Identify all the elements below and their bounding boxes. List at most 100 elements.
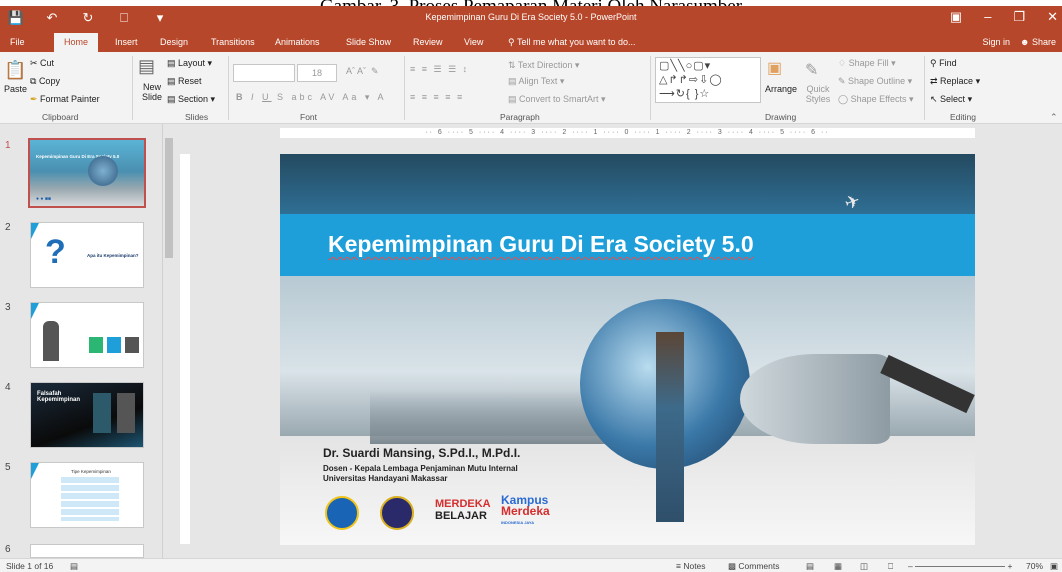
collapse-ribbon-icon[interactable]: ⌃: [1050, 112, 1058, 123]
merdeka-belajar-logo: MERDEKA BELAJAR: [435, 498, 491, 522]
notes-label: Notes: [683, 561, 706, 571]
divider: [228, 56, 229, 120]
normal-view-icon[interactable]: ▤: [806, 561, 814, 572]
tab-animations[interactable]: Animations: [275, 37, 320, 47]
shape-outline-button[interactable]: ✎ Shape Outline ▾: [838, 76, 912, 87]
align-buttons[interactable]: ≡ ≡ ≡ ≡ ≡: [410, 92, 464, 102]
tab-view[interactable]: View: [464, 37, 483, 47]
slide-thumbnail-1[interactable]: Kepemimpinan Guru Di Era Society 5.0 ● ●…: [28, 138, 146, 208]
slide-title[interactable]: Kepemimpinan Guru Di Era Society 5.0: [328, 231, 754, 258]
thumbnail-card: [93, 393, 111, 433]
list-buttons[interactable]: ≡ ≡ ☰ ☰ ↕: [410, 64, 469, 75]
select-label: Select: [940, 94, 966, 104]
main-slide[interactable]: ✈ Kepemimpinan Guru Di Era Society 5.0 D…: [280, 154, 975, 545]
slideshow-view-icon[interactable]: ⎕: [888, 561, 893, 572]
tab-transitions[interactable]: Transitions: [211, 37, 255, 47]
presenter-role[interactable]: Dosen - Kepala Lembaga Penjaminan Mutu I…: [323, 464, 518, 473]
find-button[interactable]: ⚲ Find: [930, 58, 957, 69]
layout-button[interactable]: ▤ Layout ▾: [167, 58, 212, 69]
format-painter-button[interactable]: ✒ Format Painter: [30, 94, 100, 105]
thumbnail-scrollbar[interactable]: [162, 124, 174, 558]
paint-bucket-icon: ♢: [838, 58, 849, 68]
align-text-button[interactable]: ▤ Align Text ▾: [508, 76, 564, 87]
ribbon-display-icon[interactable]: ▣: [950, 9, 962, 25]
ribbon-tabs: File Home Insert Design Transitions Anim…: [0, 32, 1062, 52]
slide-thumbnail-5[interactable]: Tipe Kepemimpinan: [30, 462, 144, 528]
arrange-icon[interactable]: ▣: [767, 58, 782, 78]
spell-check-icon[interactable]: ▤: [70, 561, 78, 572]
copy-button[interactable]: ⧉ Copy: [30, 76, 60, 87]
editing-group-label: Editing: [950, 112, 976, 122]
reading-view-icon[interactable]: ◫: [860, 561, 868, 572]
font-size-buttons[interactable]: Aˆ Aˇ ✎: [346, 66, 379, 77]
tab-review[interactable]: Review: [413, 37, 443, 47]
minimize-icon[interactable]: –: [984, 9, 991, 25]
replace-icon: ⇄: [930, 76, 941, 86]
new-slide-icon[interactable]: ▤: [138, 56, 155, 77]
shape-effects-label: Shape Effects: [850, 94, 907, 104]
thumbnail-accent: [31, 303, 39, 319]
thumbnail-globe: [88, 156, 118, 186]
cut-button[interactable]: ✂ Cut: [30, 58, 54, 69]
divider: [924, 56, 925, 120]
tab-insert[interactable]: Insert: [115, 37, 138, 47]
slides-group-label: Slides: [185, 112, 209, 122]
font-size-input[interactable]: 18: [297, 64, 337, 82]
text-direction-button[interactable]: ⇅ Text Direction ▾: [508, 60, 579, 71]
replace-button[interactable]: ⇄ Replace ▾: [930, 76, 980, 87]
slide-thumbnail-4[interactable]: Falsafah Kepemimpinan: [30, 382, 144, 448]
font-name-input[interactable]: [233, 64, 295, 82]
shape-fill-label: Shape Fill: [848, 58, 889, 68]
shapes-gallery[interactable]: ▢╲╲○▢▾ △↱↱⇨⇩◯ ⟶↻{ }☆: [655, 57, 761, 103]
reset-label: Reset: [178, 76, 202, 86]
tell-me-search[interactable]: ⚲ Tell me what you want to do...: [508, 37, 636, 48]
zoom-level[interactable]: 70%: [1026, 561, 1043, 571]
presenter-institution[interactable]: Universitas Handayani Makassar: [323, 474, 448, 483]
tab-file[interactable]: File: [10, 37, 25, 47]
zoom-slider[interactable]: – +: [908, 561, 1026, 571]
tab-slide-show[interactable]: Slide Show: [346, 37, 391, 47]
slide-sorter-icon[interactable]: ▦: [834, 561, 842, 572]
font-format-buttons[interactable]: B I U S abc AV Aa ▾ A: [236, 92, 386, 103]
slide-thumbnail-2[interactable]: ? Apa itu Kepemimpinan?: [30, 222, 144, 288]
section-icon: ▤: [167, 94, 179, 104]
slide-thumbnail-6[interactable]: [30, 544, 144, 558]
smartart-icon: ▤: [508, 94, 520, 104]
thumbnail-accent: [31, 463, 39, 479]
sign-in-link[interactable]: Sign in: [982, 37, 1010, 47]
section-button[interactable]: ▤ Section ▾: [167, 94, 215, 105]
new-slide-button[interactable]: New Slide: [137, 82, 167, 102]
slide-thumbnail-3[interactable]: [30, 302, 144, 368]
comments-button[interactable]: ▩ Comments: [728, 561, 780, 572]
presenter-name[interactable]: Dr. Suardi Mansing, S.Pd.I., M.Pd.I.: [323, 446, 520, 460]
close-icon[interactable]: ✕: [1047, 9, 1058, 25]
logo-text-indonesia-jaya: INDONESIA JAYA: [501, 520, 535, 525]
restore-icon[interactable]: ❐: [1013, 9, 1025, 25]
slide-thumbnail-panel: 1 Kepemimpinan Guru Di Era Society 5.0 ●…: [0, 124, 174, 558]
shape-effects-button[interactable]: ◯ Shape Effects ▾: [838, 94, 913, 105]
quick-styles-icon[interactable]: ✎: [805, 60, 818, 80]
quick-styles-button[interactable]: Quick Styles: [803, 84, 833, 104]
comment-icon: ▩: [728, 561, 739, 571]
effects-icon: ◯: [838, 94, 851, 104]
paste-icon[interactable]: 📋: [4, 60, 26, 81]
convert-smartart-button[interactable]: ▤ Convert to SmartArt ▾: [508, 94, 606, 105]
paste-button[interactable]: Paste: [4, 84, 27, 94]
divider: [404, 56, 405, 120]
search-icon: ⚲: [930, 58, 940, 68]
university-logo: [380, 496, 414, 530]
share-button[interactable]: ☻ Share: [1020, 37, 1056, 47]
scrollbar-thumb[interactable]: [165, 138, 173, 258]
tab-design[interactable]: Design: [160, 37, 188, 47]
shape-fill-button[interactable]: ♢ Shape Fill ▾: [838, 58, 896, 69]
copy-label: Copy: [38, 76, 60, 86]
fit-slide-icon[interactable]: ▣: [1050, 561, 1058, 572]
thumbnail-number: 2: [5, 222, 11, 233]
notes-button[interactable]: ≡ Notes: [676, 561, 706, 571]
reset-button[interactable]: ▤ Reset: [167, 76, 202, 87]
tab-home[interactable]: Home: [54, 33, 99, 52]
arrange-button[interactable]: Arrange: [765, 84, 797, 94]
select-button[interactable]: ↖ Select ▾: [930, 94, 972, 105]
text-direction-icon: ⇅: [508, 60, 518, 70]
divider: [650, 56, 651, 120]
